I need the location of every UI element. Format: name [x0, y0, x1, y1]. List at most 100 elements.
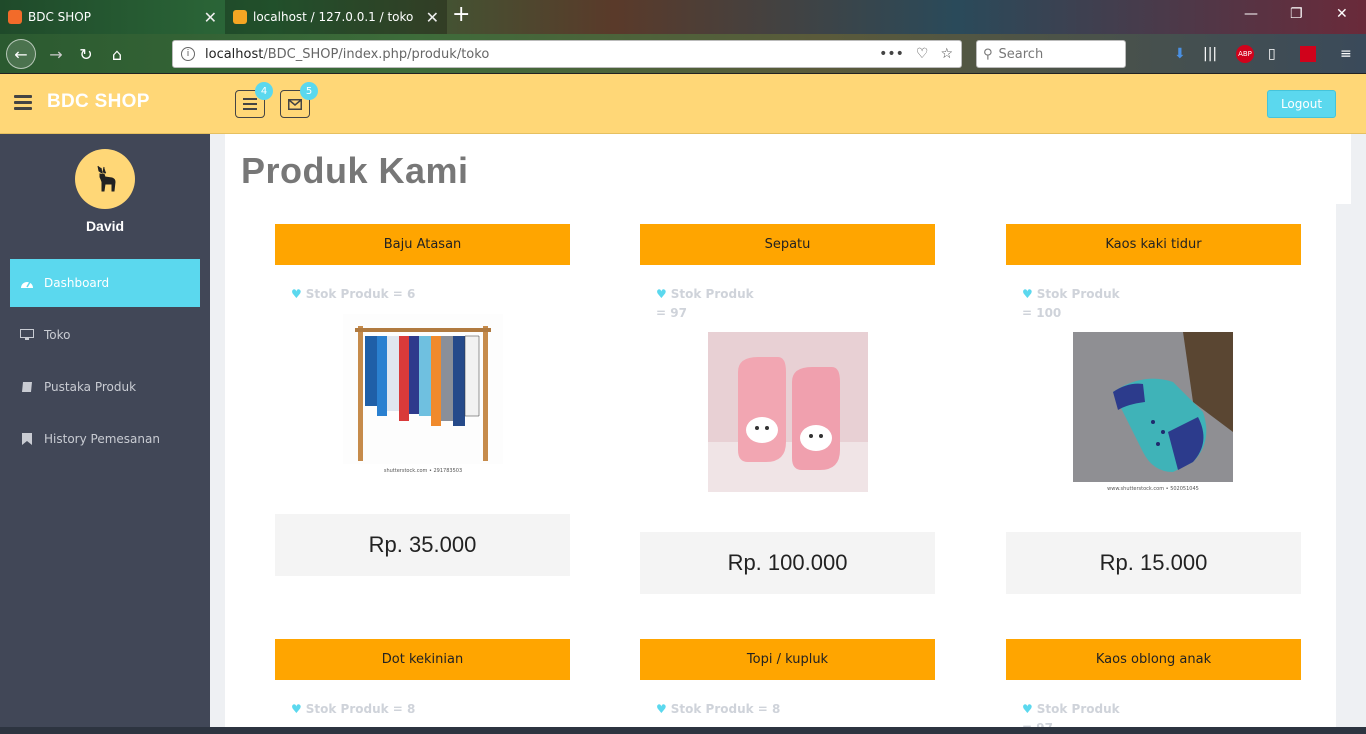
- stock-label: ♥Stok Produk = 97: [640, 285, 760, 323]
- phpmyadmin-favicon-icon: [233, 10, 247, 24]
- user-name: David: [85, 218, 125, 234]
- stock-label: ♥ Stok Produk = 100: [1006, 285, 1126, 323]
- image-caption: www.shutterstock.com • 502051045: [1107, 486, 1199, 492]
- product-name: Kaos oblong anak: [1006, 639, 1301, 680]
- envelope-icon: [288, 98, 302, 110]
- avatar[interactable]: [75, 149, 135, 209]
- product-image-baby-booties[interactable]: [708, 332, 868, 496]
- menu-icon[interactable]: ≡: [1340, 46, 1352, 62]
- close-tab-icon[interactable]: ✕: [426, 8, 439, 27]
- search-icon: ⚲: [983, 46, 993, 62]
- sidebar-item-label: Toko: [44, 328, 71, 342]
- page-title: Produk Kami: [241, 150, 469, 191]
- product-price: Rp. 35.000: [275, 514, 570, 576]
- heart-icon: ♥: [1022, 287, 1033, 301]
- library-icon[interactable]: |||: [1203, 46, 1217, 62]
- product-card[interactable]: Topi / kupluk ♥ Stok Produk = 8: [640, 639, 935, 734]
- brand-title[interactable]: BDC SHOP: [47, 91, 150, 113]
- logout-button[interactable]: Logout: [1267, 90, 1336, 118]
- minimize-icon[interactable]: —: [1244, 6, 1258, 22]
- taskbar-strip: [0, 727, 1366, 734]
- dashboard-icon: [20, 276, 34, 290]
- tab-title: localhost / 127.0.0.1 / toko_baju: [253, 10, 413, 24]
- image-caption: shutterstock.com • 291783503: [383, 468, 463, 474]
- main-content: Produk Kami Baju Atasan ♥ Stok Produk = 6: [210, 134, 1366, 734]
- product-name: Baju Atasan: [275, 224, 570, 265]
- sidebar-item-label: Pustaka Produk: [44, 380, 137, 394]
- product-name: Sepatu: [640, 224, 935, 265]
- product-name: Dot kekinian: [275, 639, 570, 680]
- search-placeholder: Search: [998, 46, 1044, 62]
- app-header: BDC SHOP 4 5 Logout: [0, 74, 1366, 134]
- stock-text: Stok Produk = 100: [1022, 287, 1120, 320]
- heart-icon: ♥: [291, 287, 302, 301]
- browser-search-input[interactable]: ⚲ Search: [976, 40, 1126, 68]
- sidebar-item-dashboard[interactable]: Dashboard: [10, 259, 200, 307]
- heart-icon: ♥: [656, 287, 667, 301]
- list-count-badge: 4: [255, 82, 273, 100]
- task-list-button[interactable]: 4: [235, 82, 273, 118]
- sidebar-item-pustaka-produk[interactable]: Pustaka Produk: [10, 363, 200, 411]
- bookmark-star-icon[interactable]: ☆: [940, 46, 953, 62]
- new-tab-icon[interactable]: +: [452, 2, 470, 27]
- product-image-clothes-rack[interactable]: shutterstock.com • 291783503: [343, 314, 503, 474]
- deer-icon: [97, 165, 116, 192]
- browser-tab-phpmyadmin[interactable]: localhost / 127.0.0.1 / toko_baju ✕: [225, 0, 447, 34]
- stock-text: Stok Produk = 8: [670, 702, 781, 716]
- heart-icon: ♥: [656, 702, 667, 716]
- monitor-icon: [20, 328, 34, 342]
- product-name: Kaos kaki tidur: [1006, 224, 1301, 265]
- browser-nav-bar: ← → ↻ ⌂ i localhost /BDC_SHOP/index.php/…: [0, 34, 1366, 74]
- product-price: Rp. 100.000: [640, 532, 935, 594]
- sidebar-item-label: History Pemesanan: [44, 432, 160, 446]
- url-host: localhost: [205, 46, 264, 62]
- info-icon[interactable]: i: [181, 47, 195, 61]
- sidebar-item-toko[interactable]: Toko: [10, 311, 200, 359]
- stock-label: ♥ Stok Produk = 8: [275, 700, 570, 719]
- stock-label: ♥ Stok Produk = 8: [640, 700, 935, 719]
- extension-icon[interactable]: [1300, 46, 1316, 62]
- page-actions-icon[interactable]: •••: [879, 46, 904, 62]
- sidebar-item-history-pemesanan[interactable]: History Pemesanan: [10, 415, 200, 463]
- close-tab-icon[interactable]: ✕: [204, 8, 217, 27]
- address-bar[interactable]: i localhost /BDC_SHOP/index.php/produk/t…: [172, 40, 962, 68]
- book-icon: [20, 380, 34, 394]
- sidebar: David Dashboard Toko Pustaka Produk Hist…: [0, 134, 210, 734]
- forward-icon[interactable]: →: [42, 40, 70, 68]
- heart-icon: ♥: [1022, 702, 1033, 716]
- browser-tab-bar: BDC SHOP ✕ localhost / 127.0.0.1 / toko_…: [0, 0, 1366, 34]
- hamburger-menu-icon[interactable]: [14, 95, 32, 110]
- product-card[interactable]: Sepatu ♥ Stok Produk = 97 Rp. 100.000: [640, 224, 935, 595]
- product-card[interactable]: Kaos kaki tidur ♥ Stok Produk = 100 www.s…: [1006, 224, 1301, 595]
- adblock-icon[interactable]: ABP: [1236, 45, 1254, 63]
- restore-icon[interactable]: ❐: [1290, 6, 1303, 22]
- browser-tab-bdc-shop[interactable]: BDC SHOP ✕: [0, 0, 225, 34]
- sidebar-toggle-icon[interactable]: ▯: [1268, 46, 1276, 62]
- stock-text: Stok Produk = 6: [305, 287, 416, 301]
- products-panel: Produk Kami Baju Atasan ♥ Stok Produk = 6: [225, 134, 1351, 734]
- close-window-icon[interactable]: ✕: [1336, 6, 1348, 22]
- stock-text: Stok Produk = 8: [305, 702, 416, 716]
- download-icon[interactable]: ⬇: [1174, 46, 1186, 62]
- product-price: Rp. 15.000: [1006, 532, 1301, 594]
- home-icon[interactable]: ⌂: [103, 40, 131, 68]
- tab-title: BDC SHOP: [28, 10, 91, 24]
- heart-icon: ♥: [291, 702, 302, 716]
- product-card[interactable]: Dot kekinian ♥ Stok Produk = 8: [275, 639, 570, 734]
- back-icon[interactable]: ←: [6, 39, 36, 69]
- messages-button[interactable]: 5: [280, 82, 318, 118]
- product-image-baby-socks[interactable]: www.shutterstock.com • 502051045: [1073, 332, 1233, 492]
- url-path: /BDC_SHOP/index.php/produk/toko: [263, 46, 490, 62]
- stock-label: ♥ Stok Produk = 6: [275, 285, 570, 304]
- bookmark-icon: [20, 432, 34, 446]
- sidebar-item-label: Dashboard: [44, 276, 110, 290]
- product-card[interactable]: Kaos oblong anak ♥Stok Produk = 97: [1006, 639, 1301, 734]
- list-icon: [243, 98, 257, 110]
- product-card[interactable]: Baju Atasan ♥ Stok Produk = 6 shuttersto…: [275, 224, 570, 576]
- scrollbar[interactable]: [1336, 204, 1351, 734]
- xampp-favicon-icon: [8, 10, 22, 24]
- product-name: Topi / kupluk: [640, 639, 935, 680]
- stock-text: Stok Produk = 97: [656, 287, 754, 320]
- reload-icon[interactable]: ↻: [72, 40, 100, 68]
- pocket-icon[interactable]: ♡: [916, 46, 929, 62]
